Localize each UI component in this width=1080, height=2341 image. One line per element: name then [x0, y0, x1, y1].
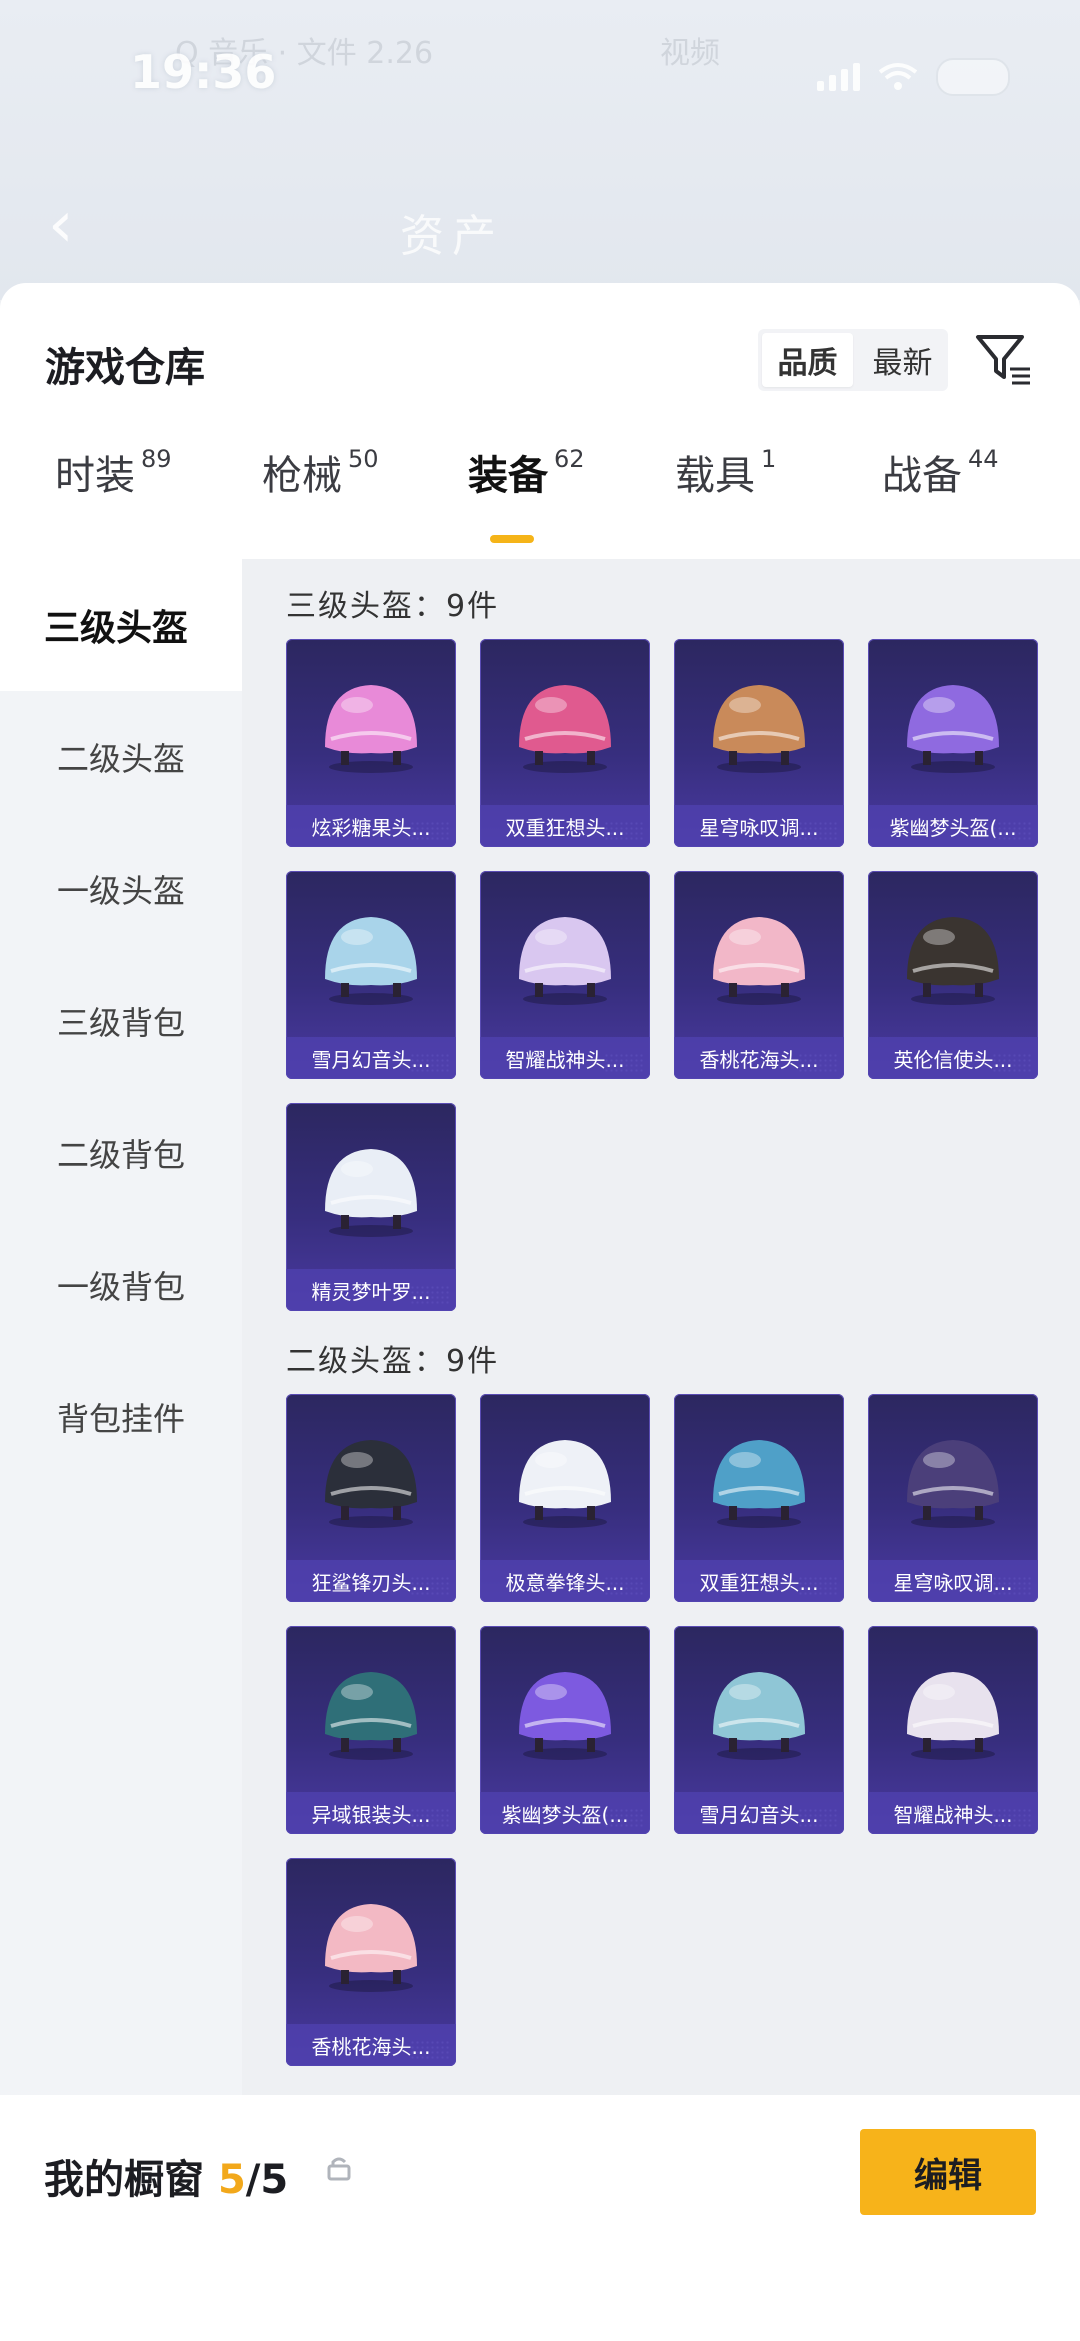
shark-helmet-icon: [325, 1440, 417, 1528]
item-card[interactable]: 紫幽梦头盔(...: [480, 1626, 650, 1834]
item-name: 星穹咏叹调...: [674, 805, 844, 847]
nav-title: 资产: [400, 211, 504, 262]
signal-icon: [817, 63, 860, 91]
tab-supplies[interactable]: 战备 44: [882, 443, 999, 501]
sidebar-item-level2-helmet[interactable]: 二级头盔: [0, 691, 242, 823]
item-name: 狂鲨锋刃头...: [286, 1560, 456, 1602]
moon-helmet-icon: [325, 917, 417, 1005]
showcase-label: 我的橱窗 5/5: [44, 2157, 289, 2203]
pink-helmet-icon: [713, 917, 805, 1005]
item-card[interactable]: 星穹咏叹调...: [674, 639, 844, 847]
dragon-helmet-icon: [907, 685, 999, 773]
item-card[interactable]: 双重狂想头...: [674, 1394, 844, 1602]
item-card[interactable]: 雪月幻音头...: [674, 1626, 844, 1834]
item-name: 智耀战神头...: [868, 1792, 1038, 1834]
tab-equipment[interactable]: 装备 62: [468, 443, 585, 501]
item-card[interactable]: 英伦信使头...: [868, 871, 1038, 1079]
item-card[interactable]: 香桃花海头...: [286, 1858, 456, 2066]
showcase-count: 5/5: [217, 2157, 289, 2203]
item-name: 异域银装头...: [286, 1792, 456, 1834]
jester-helmet-icon: [519, 685, 611, 773]
teal-helmet-icon: [713, 1672, 805, 1760]
purple-helmet-icon: [519, 1672, 611, 1760]
item-name: 英伦信使头...: [868, 1037, 1038, 1079]
sort-option-newest[interactable]: 最新: [857, 329, 948, 391]
item-name: 香桃花海头...: [674, 1037, 844, 1079]
filter-button[interactable]: [972, 327, 1034, 389]
tab-active-indicator: [490, 535, 534, 543]
item-card[interactable]: 炫彩糖果头...: [286, 639, 456, 847]
item-name: 雪月幻音头...: [674, 1792, 844, 1834]
tab-vehicles[interactable]: 载具 1: [675, 443, 776, 501]
wing-helmet-icon: [325, 1149, 417, 1237]
item-card[interactable]: 极意拳锋头...: [480, 1394, 650, 1602]
notification-ghost-text-2: 视频: [660, 36, 720, 71]
item-grid-area: 三级头盔：9件 炫彩糖果头... 双重狂想头... 星穹咏叹调... 紫幽梦头盔(..…: [242, 559, 1080, 2341]
item-card[interactable]: 香桃花海头...: [674, 871, 844, 1079]
item-card[interactable]: 雪月幻音头...: [286, 871, 456, 1079]
edit-button[interactable]: 编辑: [860, 2129, 1036, 2215]
wifi-icon: [878, 63, 918, 90]
white-helmet-icon: [907, 1672, 999, 1760]
warehouse-sheet: 游戏仓库 品质 最新 时装 89 枪械 50 装备 62 载具 1 战备 44 三级头盔 …: [0, 283, 1080, 2341]
item-card[interactable]: 精灵梦叶罗...: [286, 1103, 456, 1311]
item-name: 智耀战神头...: [480, 1037, 650, 1079]
sidebar-item-backpack-charm[interactable]: 背包挂件: [0, 1351, 242, 1483]
item-name: 雪月幻音头...: [286, 1037, 456, 1079]
pink-helmet-icon: [325, 1904, 417, 1992]
showcase-bar: 我的橱窗 5/5 编辑: [0, 2095, 1080, 2341]
item-name: 精灵梦叶罗...: [286, 1269, 456, 1311]
item-name: 极意拳锋头...: [480, 1560, 650, 1602]
back-button[interactable]: ‹: [48, 188, 74, 262]
sidebar-item-level1-backpack[interactable]: 一级背包: [0, 1219, 242, 1351]
sort-option-quality[interactable]: 品质: [762, 333, 853, 387]
item-card[interactable]: 双重狂想头...: [480, 639, 650, 847]
item-name: 香桃花海头...: [286, 2024, 456, 2066]
tab-fashion[interactable]: 时装 89: [55, 443, 172, 501]
masked-helmet-icon: [713, 685, 805, 773]
sort-toggle: 品质 最新: [758, 329, 948, 391]
gold-helmet-icon: [519, 917, 611, 1005]
candy-helmet-icon: [325, 685, 417, 773]
sidebar-item-level3-backpack[interactable]: 三级背包: [0, 955, 242, 1087]
category-tabs: 时装 89 枪械 50 装备 62 载具 1 战备 44: [0, 443, 1080, 529]
sidebar-item-level1-helmet[interactable]: 一级头盔: [0, 823, 242, 955]
lock-icon: [327, 2157, 351, 2181]
item-card[interactable]: 异域银装头...: [286, 1626, 456, 1834]
page-title: 游戏仓库: [45, 345, 205, 391]
status-icons: [817, 58, 1010, 96]
elephant-helmet-icon: [519, 1440, 611, 1528]
section-title-level3: 三级头盔：9件: [286, 589, 500, 624]
sidebar-item-level3-helmet[interactable]: 三级头盔: [0, 559, 242, 691]
item-card[interactable]: 紫幽梦头盔(...: [868, 639, 1038, 847]
status-time: 19:36: [130, 45, 277, 99]
item-card[interactable]: 狂鲨锋刃头...: [286, 1394, 456, 1602]
plague-helmet-icon: [907, 917, 999, 1005]
battery-icon: [936, 58, 1010, 96]
item-name: 紫幽梦头盔(...: [868, 805, 1038, 847]
section-title-level2: 二级头盔：9件: [286, 1344, 500, 1379]
tab-weapons[interactable]: 枪械 50: [262, 443, 379, 501]
filter-icon: [976, 335, 1030, 385]
masked-helmet-icon: [907, 1440, 999, 1528]
item-card[interactable]: 智耀战神头...: [480, 871, 650, 1079]
silver-helmet-icon: [325, 1672, 417, 1760]
item-card[interactable]: 智耀战神头...: [868, 1626, 1038, 1834]
item-name: 炫彩糖果头...: [286, 805, 456, 847]
item-name: 双重狂想头...: [674, 1560, 844, 1602]
item-card[interactable]: 星穹咏叹调...: [868, 1394, 1038, 1602]
item-name: 紫幽梦头盔(...: [480, 1792, 650, 1834]
jester-helmet-icon: [713, 1440, 805, 1528]
item-name: 双重狂想头...: [480, 805, 650, 847]
item-name: 星穹咏叹调...: [868, 1560, 1038, 1602]
sidebar-item-level2-backpack[interactable]: 二级背包: [0, 1087, 242, 1219]
sidebar: 三级头盔 二级头盔 一级头盔 三级背包 二级背包 一级背包 背包挂件: [0, 559, 242, 2341]
